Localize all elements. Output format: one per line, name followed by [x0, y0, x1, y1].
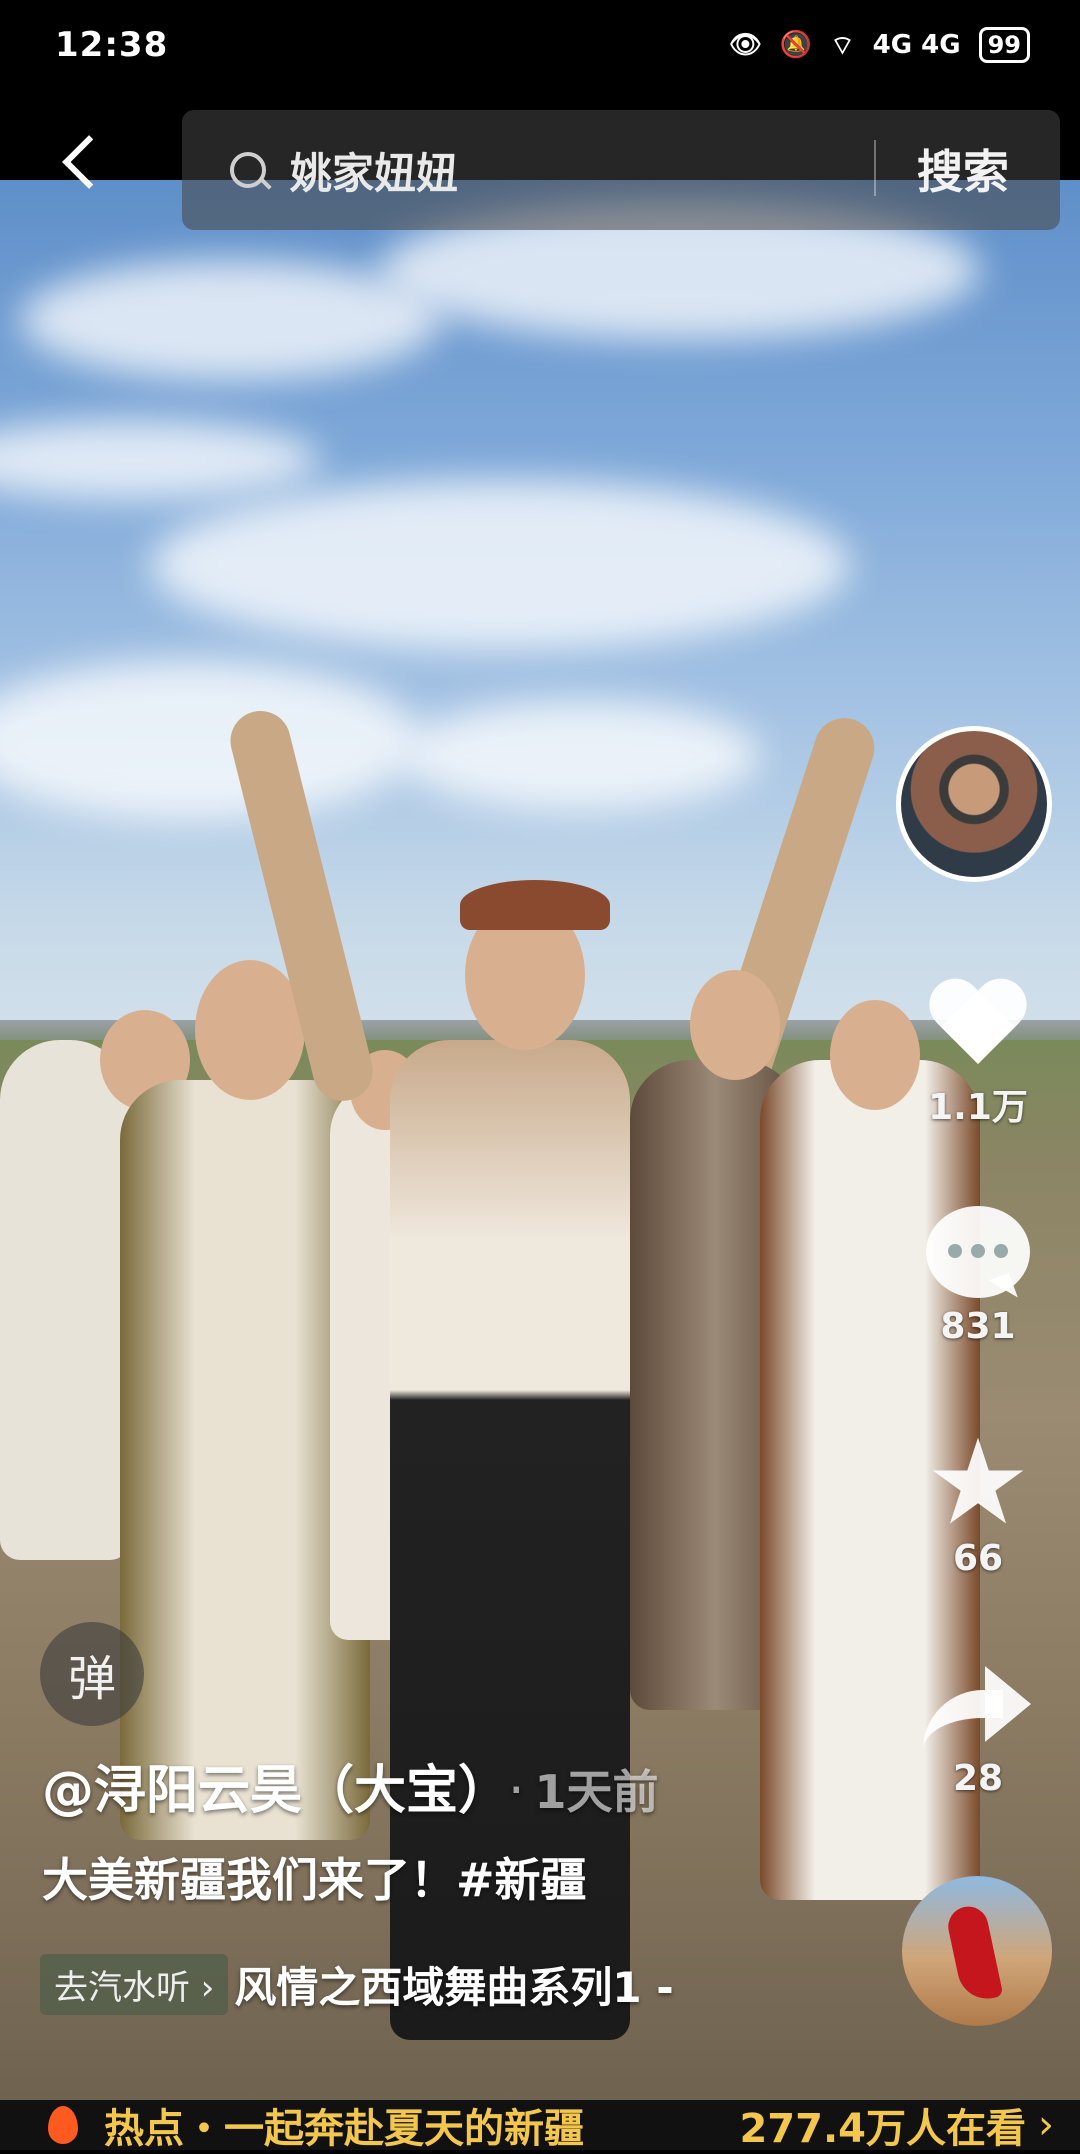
author-avatar[interactable]	[896, 726, 1052, 882]
comment-icon	[926, 1206, 1030, 1298]
eye-icon: 👁	[728, 30, 762, 60]
music-source-chip[interactable]: 去汽水听 ›	[40, 1954, 229, 2015]
music-row[interactable]: 去汽水听 › 风情之西域舞曲系列1 -	[40, 1954, 880, 2024]
status-icons: 👁 🔕 ⌔ 4G 4G 99	[729, 27, 1030, 63]
hot-topic-text: 热点・一起奔赴夏天的新疆	[104, 2106, 584, 2152]
chevron-right-icon: ›	[1038, 2102, 1054, 2148]
danmu-button[interactable]: 弹	[40, 1622, 144, 1726]
star-icon: ★	[925, 1413, 1031, 1551]
search-input[interactable]: 姚家妞妞	[290, 140, 458, 201]
share-icon	[923, 1660, 1033, 1750]
flame-icon	[48, 2106, 78, 2144]
share-button[interactable]: 28	[918, 1660, 1038, 1799]
danmu-label: 弹	[67, 1651, 116, 1707]
signal-icon: 4G 4G	[872, 30, 961, 60]
hot-topic-banner[interactable]: 热点・一起奔赴夏天的新疆 277.4万人在看 ›	[0, 2100, 1080, 2152]
like-button[interactable]: 1.1万	[918, 980, 1038, 1130]
status-time: 12:38	[55, 25, 169, 65]
wifi-icon: ⌔	[830, 30, 855, 61]
post-author-line: @浔阳云昊（大宝） · 1天前	[42, 1748, 659, 1823]
post-caption[interactable]: 大美新疆我们来了！#新疆	[42, 1844, 587, 1910]
share-count: 28	[952, 1758, 1004, 1799]
search-button[interactable]: 搜索	[917, 136, 1009, 202]
search-icon	[230, 152, 266, 188]
hot-viewer-count: 277.4万人在看	[739, 2106, 1026, 2152]
music-disc[interactable]	[902, 1876, 1052, 2026]
like-count: 1.1万	[928, 1087, 1028, 1128]
search-bar[interactable]: 姚家妞妞 搜索	[182, 110, 1060, 230]
battery-icon: 99	[978, 27, 1030, 63]
comment-count: 831	[940, 1306, 1016, 1347]
music-disc-figure	[944, 1902, 1004, 2005]
status-bar: 12:38 👁 🔕 ⌔ 4G 4G 99	[0, 0, 1080, 90]
comment-button[interactable]: 831	[918, 1206, 1038, 1347]
mute-icon: 🔕	[779, 30, 813, 60]
search-divider	[874, 140, 876, 196]
back-icon[interactable]	[60, 135, 100, 195]
author-name[interactable]: @浔阳云昊（大宝）	[42, 1761, 484, 1821]
post-time: 1天前	[534, 1765, 659, 1819]
favorite-button[interactable]: ★ 66	[918, 1413, 1038, 1579]
dancer-left	[0, 1040, 130, 1560]
heart-icon	[928, 980, 1028, 1070]
music-title[interactable]: 风情之西域舞曲系列1 -	[234, 1954, 673, 2015]
separator: ·	[508, 1761, 525, 1821]
